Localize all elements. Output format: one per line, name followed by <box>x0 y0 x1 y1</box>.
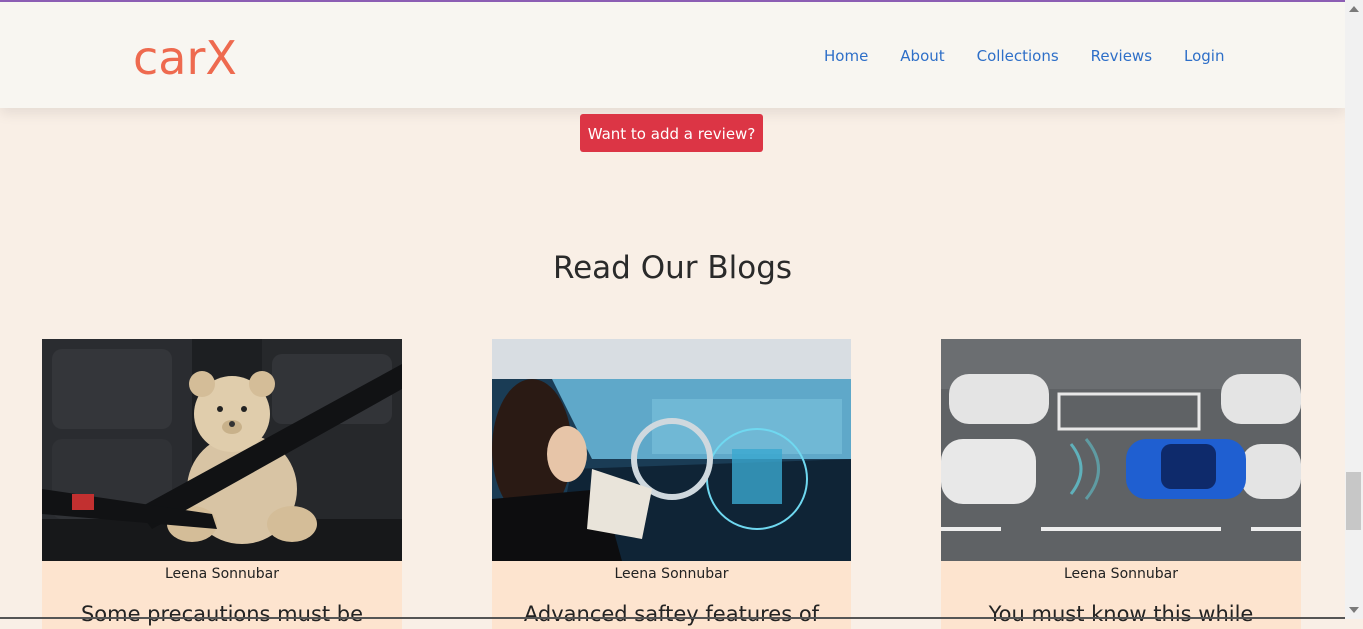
scroll-down-arrow-icon[interactable] <box>1349 607 1359 613</box>
nav-link-collections[interactable]: Collections <box>977 47 1059 65</box>
self-driving-car-interior-image[interactable] <box>492 339 851 561</box>
main-nav: Home About Collections Reviews Login <box>824 47 1256 65</box>
card-title: You must know this while <box>988 602 1254 626</box>
teddy-bear-seatbelt-image[interactable] <box>42 339 402 561</box>
blogs-section-title: Read Our Blogs <box>552 250 793 286</box>
nav-link-login[interactable]: Login <box>1184 47 1224 65</box>
card-author: Leena Sonnubar <box>614 566 729 582</box>
brand-logo[interactable]: carX <box>133 32 237 84</box>
vertical-scrollbar[interactable] <box>1345 0 1363 619</box>
card-author: Leena Sonnubar <box>165 566 279 582</box>
navbar: carX Home About Collections Reviews Logi… <box>0 2 1345 108</box>
card-title: Some precautions must be <box>80 602 364 626</box>
card-author: Leena Sonnubar <box>1064 566 1178 582</box>
blog-card[interactable]: Leena Sonnubar You must know this while <box>941 339 1301 629</box>
nav-link-about[interactable]: About <box>900 47 944 65</box>
scroll-up-arrow-icon[interactable] <box>1349 6 1359 12</box>
blog-card[interactable]: Leena Sonnubar Advanced saftey features … <box>492 339 851 629</box>
card-title: Advanced saftey features of <box>523 602 820 626</box>
add-review-button[interactable]: Want to add a review? <box>580 114 763 152</box>
nav-link-reviews[interactable]: Reviews <box>1091 47 1152 65</box>
nav-link-home[interactable]: Home <box>824 47 868 65</box>
blog-card[interactable]: Leena Sonnubar Some precautions must be <box>42 339 402 629</box>
parking-sensor-car-image[interactable] <box>941 339 1301 561</box>
scrollbar-thumb[interactable] <box>1346 472 1361 530</box>
